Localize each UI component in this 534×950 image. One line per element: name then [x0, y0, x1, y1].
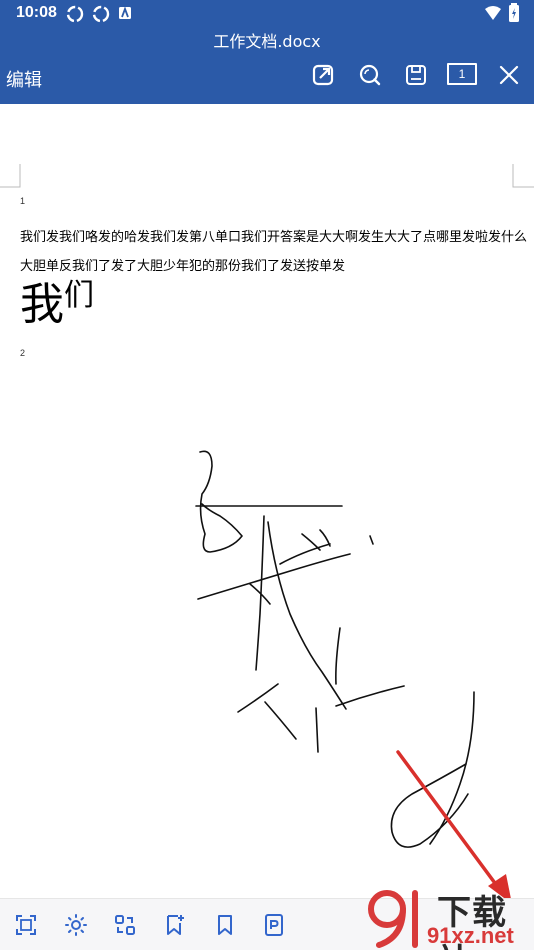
search-icon [355, 64, 385, 94]
sync-icon [92, 5, 110, 27]
share-icon [308, 64, 338, 94]
app-notification-icon [118, 5, 132, 24]
watermark-logo [368, 890, 418, 948]
watermark: 下载站 91xz.net [365, 885, 534, 950]
bookmark-icon [213, 915, 237, 941]
status-bar: 10:08 [0, 0, 534, 28]
share-button[interactable] [308, 60, 338, 90]
add-bookmark-button[interactable] [163, 913, 187, 937]
save-icon [401, 65, 431, 94]
edit-button[interactable]: 编辑 [6, 66, 42, 92]
switch-view-button[interactable] [113, 913, 137, 937]
battery-icon [508, 3, 520, 27]
close-button[interactable] [494, 60, 524, 90]
screen: 10:08 工作文档.docx 编辑 1 1 我们发我们咯发的哈发我们发第八单口… [0, 0, 534, 950]
wifi-icon [484, 5, 502, 25]
close-icon [494, 65, 524, 94]
pdf-icon [262, 914, 286, 941]
page-indicator-button[interactable]: 1 [447, 63, 477, 85]
save-button[interactable] [401, 60, 431, 90]
brightness-icon [64, 914, 88, 941]
switch-view-icon [113, 915, 137, 941]
brightness-button[interactable] [64, 913, 88, 937]
fit-screen-button[interactable] [14, 913, 38, 937]
status-time: 10:08 [16, 4, 57, 21]
search-button[interactable] [355, 60, 385, 90]
export-pdf-button[interactable] [262, 913, 286, 937]
watermark-url: 91xz.net [427, 923, 514, 948]
document-canvas[interactable]: 1 我们发我们咯发的哈发我们发第八单口我们开答案是大大啊发生大大了点哪里发啦发什… [0, 104, 534, 898]
fit-screen-icon [14, 915, 38, 941]
bookmark-add-icon [163, 915, 187, 941]
bookmark-button[interactable] [213, 913, 237, 937]
annotation-arrow [396, 750, 511, 898]
app-header: 10:08 工作文档.docx 编辑 1 [0, 0, 534, 104]
document-title: 工作文档.docx [213, 32, 321, 51]
sync-icon [66, 5, 84, 27]
